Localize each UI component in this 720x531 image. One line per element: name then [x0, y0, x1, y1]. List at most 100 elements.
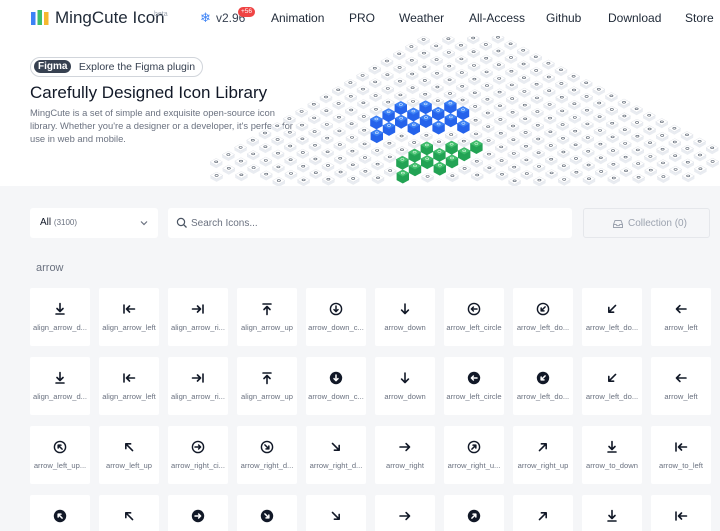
nav-link-all-access[interactable]: All-Access — [469, 11, 525, 25]
align-arrow-down-fill-icon — [55, 371, 65, 384]
icon-card[interactable] — [513, 495, 573, 531]
icon-name: align_arrow_d... — [32, 323, 88, 332]
brand-name[interactable]: MingCute Icon — [55, 8, 165, 28]
arrow-to-left-fill-icon — [675, 511, 688, 521]
nav-link-pro[interactable]: PRO — [349, 11, 375, 25]
icon-card[interactable] — [30, 495, 90, 531]
icon-name: align_arrow_left — [102, 323, 156, 332]
align-arrow-left-fill-icon — [123, 373, 136, 383]
icon-card[interactable]: arrow_left — [651, 288, 711, 346]
icon-card[interactable]: arrow_left_circle — [444, 357, 504, 415]
icon-card[interactable]: arrow_to_down — [582, 426, 642, 484]
nav-link-download[interactable]: Download — [608, 11, 661, 25]
icon-card[interactable]: align_arrow_up — [237, 288, 297, 346]
icon-name: arrow_left_do... — [585, 392, 639, 401]
icon-card[interactable]: arrow_left_do... — [513, 288, 573, 346]
arrow-left-down-icon — [608, 304, 617, 313]
icon-card[interactable] — [99, 495, 159, 531]
arrow-down-circle-fill-icon — [329, 371, 343, 385]
icon-card[interactable] — [168, 495, 228, 531]
icon-name: arrow_right_ci... — [170, 461, 226, 470]
arrow-left-up-circle-icon — [53, 440, 67, 454]
icon-name: align_arrow_ri... — [170, 323, 226, 332]
icon-name: align_arrow_left — [102, 392, 156, 401]
icon-card[interactable]: align_arrow_ri... — [168, 288, 228, 346]
arrow-right-down-fill-icon — [331, 511, 340, 520]
icon-card[interactable]: arrow_down — [375, 288, 435, 346]
icon-card[interactable]: align_arrow_d... — [30, 288, 90, 346]
nav-link-animation[interactable]: Animation — [271, 11, 324, 25]
align-arrow-right-icon — [191, 304, 204, 314]
icon-card[interactable]: arrow_left_up — [99, 426, 159, 484]
align-arrow-up-icon — [262, 303, 272, 316]
icon-card[interactable] — [444, 495, 504, 531]
icon-card[interactable]: align_arrow_ri... — [168, 357, 228, 415]
icon-card[interactable]: arrow_left_do... — [582, 288, 642, 346]
icon-card[interactable]: arrow_left_up... — [30, 426, 90, 484]
icon-name: arrow_down — [384, 392, 426, 401]
arrow-to-left-icon — [675, 442, 688, 452]
icon-card[interactable]: arrow_left — [651, 357, 711, 415]
arrow-left-down-fill-icon — [608, 373, 617, 382]
icon-card[interactable] — [375, 495, 435, 531]
category-select[interactable]: All (3100) — [30, 208, 158, 238]
icon-name: align_arrow_up — [241, 323, 293, 332]
icon-name: arrow_left_circle — [446, 323, 502, 332]
icon-card[interactable]: arrow_left_do... — [513, 357, 573, 415]
icon-name: arrow_left_do... — [585, 323, 639, 332]
arrow-left-circle-fill-icon — [467, 371, 481, 385]
icon-card[interactable]: arrow_right_up — [513, 426, 573, 484]
icon-card[interactable]: align_arrow_left — [99, 357, 159, 415]
icon-name: arrow_left_do... — [516, 392, 570, 401]
align-arrow-left-icon — [123, 304, 136, 314]
icon-card[interactable]: arrow_right_d... — [306, 426, 366, 484]
category-count: (3100) — [53, 218, 78, 227]
icon-name: arrow_down_c... — [308, 392, 364, 401]
icon-card[interactable]: arrow_down_c... — [306, 288, 366, 346]
icon-card[interactable]: align_arrow_left — [99, 288, 159, 346]
arrow-right-circle-icon — [191, 440, 205, 454]
figma-plugin-link[interactable]: Figma Explore the Figma plugin — [30, 57, 204, 77]
icon-card[interactable] — [582, 495, 642, 531]
icon-name: align_arrow_d... — [32, 392, 88, 401]
arrow-left-up-fill-icon — [125, 512, 134, 521]
nav-link-github[interactable]: Github — [546, 11, 581, 25]
section-label: arrow — [36, 262, 64, 274]
icon-name: arrow_right_u... — [447, 461, 501, 470]
arrow-left-down-circle-icon — [536, 302, 550, 316]
align-arrow-down-icon — [55, 302, 65, 315]
icon-card[interactable]: arrow_left_do... — [582, 357, 642, 415]
search-input[interactable] — [191, 213, 561, 233]
category-value: All (3100) — [40, 217, 78, 228]
icon-card[interactable]: align_arrow_up — [237, 357, 297, 415]
arrow-left-icon — [675, 304, 687, 314]
nav-link-store[interactable]: Store — [685, 11, 714, 25]
icon-card[interactable]: arrow_down_c... — [306, 357, 366, 415]
arrow-left-up-circle-fill-icon — [53, 509, 67, 523]
search-icon — [176, 217, 187, 228]
collection-button[interactable]: Collection (0) — [583, 208, 710, 238]
icon-card[interactable]: arrow_right_d... — [237, 426, 297, 484]
icon-card[interactable]: arrow_right_ci... — [168, 426, 228, 484]
icon-card[interactable] — [237, 495, 297, 531]
icon-name: arrow_left_up — [105, 461, 152, 470]
icon-card[interactable]: align_arrow_d... — [30, 357, 90, 415]
icon-card[interactable]: arrow_right — [375, 426, 435, 484]
search-box[interactable] — [168, 208, 572, 238]
icon-name: arrow_left — [664, 323, 698, 332]
figma-tag: Figma — [34, 60, 72, 73]
icon-card[interactable]: arrow_left_circle — [444, 288, 504, 346]
isometric-icon-grid-illustration — [209, 36, 720, 186]
nav-link-weather[interactable]: Weather — [399, 11, 444, 25]
version-badge: +56 — [238, 7, 256, 17]
icon-card[interactable]: arrow_to_left — [651, 426, 711, 484]
icon-name: arrow_left_do... — [516, 323, 570, 332]
arrow-right-down-circle-fill-icon — [260, 509, 274, 523]
icon-card[interactable] — [651, 495, 711, 531]
icon-card[interactable]: arrow_right_u... — [444, 426, 504, 484]
icon-card[interactable] — [306, 495, 366, 531]
snowflake-icon: ❄ — [200, 10, 211, 25]
mingcute-logo-icon[interactable] — [31, 10, 49, 26]
icon-name: arrow_left_up... — [33, 461, 87, 470]
icon-card[interactable]: arrow_down — [375, 357, 435, 415]
